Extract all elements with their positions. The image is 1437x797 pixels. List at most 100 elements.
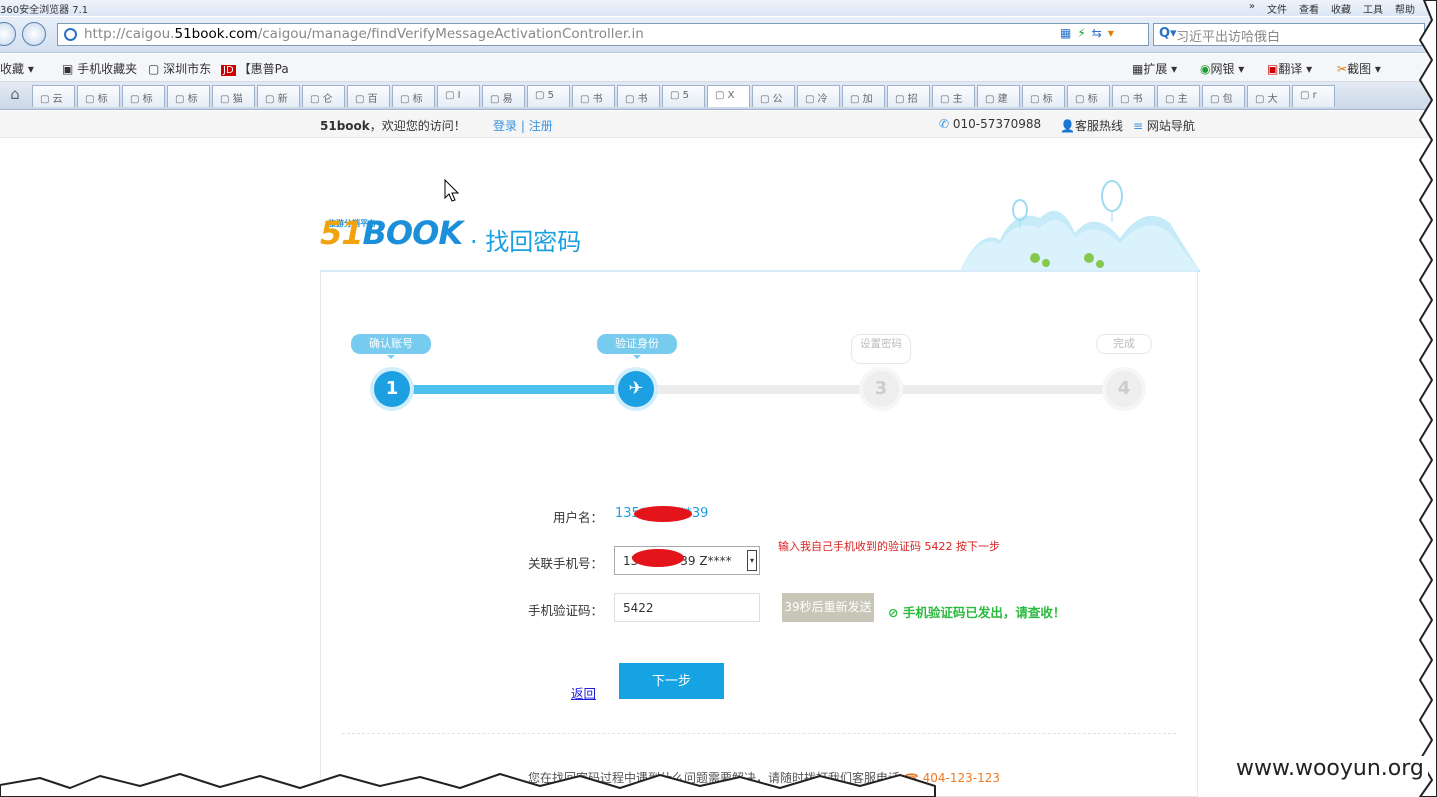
menu-file[interactable]: 文件	[1267, 1, 1287, 16]
code-input[interactable]: 5422	[614, 593, 760, 622]
page-icon: ▣	[62, 62, 78, 76]
browser-tab[interactable]: ▢ 建	[977, 85, 1020, 107]
step-4-dot: 4	[1106, 371, 1142, 407]
page-icon: ▢	[445, 90, 458, 101]
favorites-menu[interactable]: 收藏 ▾	[0, 60, 34, 77]
menu-help[interactable]: 帮助	[1395, 1, 1415, 16]
watermark: www.wooyun.org	[1232, 756, 1428, 781]
url-path: /caigou/manage/findVerifyMessageActivati…	[257, 26, 644, 42]
browser-tab[interactable]: ▢ 主	[932, 85, 975, 107]
browser-tab[interactable]: ▢ X	[707, 85, 750, 107]
redaction-mark-2	[632, 549, 684, 567]
login-link[interactable]: 登录	[493, 119, 517, 133]
phone-number: ✆ 010-57370988	[939, 117, 1042, 131]
browser-tab[interactable]: ▢ 书	[1112, 85, 1155, 107]
search-placeholder: 习近平出访哈俄白	[1176, 30, 1281, 45]
back-link[interactable]: 返回	[571, 683, 596, 702]
page-icon: ▢	[1030, 94, 1043, 105]
back-arrow-icon[interactable]	[0, 22, 16, 46]
qrcode-icon[interactable]: ▦	[1060, 26, 1071, 40]
mouse-cursor-icon	[444, 179, 460, 202]
browser-tab[interactable]: ▢ 标	[1022, 85, 1065, 107]
browser-tab[interactable]: ▢ 标	[122, 85, 165, 107]
search-box[interactable]: Q▾ 习近平出访哈俄白	[1153, 23, 1425, 46]
dropdown-arrow-icon[interactable]: ▾	[747, 550, 757, 571]
translate-button[interactable]: ▣翻译 ▾	[1267, 60, 1312, 77]
hotline-link[interactable]: 👤客服热线	[1060, 117, 1123, 134]
browser-title: 360安全浏览器 7.1	[0, 5, 89, 16]
page-icon: ▢	[535, 90, 548, 101]
forward-arrow-icon[interactable]	[22, 22, 46, 46]
page-icon: ▢	[760, 94, 773, 105]
browser-titlebar: 360安全浏览器 7.1 » 文件 查看 收藏 工具 帮助	[0, 0, 1437, 16]
page-icon: ▢	[490, 94, 503, 105]
browser-tab[interactable]: ▢ 招	[887, 85, 930, 107]
register-link[interactable]: 注册	[529, 119, 553, 133]
step-4-label: 完成	[1096, 334, 1152, 354]
url-dropdown-icon[interactable]: ▾	[1108, 26, 1114, 40]
browser-tab[interactable]: ▢ 冷	[797, 85, 840, 107]
browser-tab[interactable]: ▢ 书	[572, 85, 615, 107]
page-icon: ▢	[1210, 94, 1223, 105]
site-nav-link[interactable]: ≡ 网站导航	[1133, 117, 1195, 134]
menu-tools[interactable]: 工具	[1363, 1, 1383, 16]
browser-tab[interactable]: ▢ 新	[257, 85, 300, 107]
url-input[interactable]: http://caigou.51book.com/caigou/manage/f…	[57, 23, 1149, 46]
favorite-item-hp[interactable]: JD 【惠普Pa	[221, 60, 289, 77]
url-prefix: http://caigou.	[84, 26, 175, 42]
browser-tab[interactable]: ▢ 云	[32, 85, 75, 107]
site-topbar: 51book，欢迎您的访问！ 登录 | 注册 ✆ 010-57370988 👤客…	[0, 111, 1437, 138]
browser-tab[interactable]: ▢ 易	[482, 85, 525, 107]
menu-favorites[interactable]: 收藏	[1331, 1, 1351, 16]
home-icon[interactable]: ⌂	[0, 85, 30, 107]
extension-icon: ▦	[1132, 62, 1144, 76]
page-title: · 找回密码	[470, 228, 582, 256]
tabs: ▢ 云 ▢ 标 ▢ 标 ▢ 标 ▢ 猫 ▢ 新 ▢ 仑 ▢ 百 ▢ 标 ▢ I ▢ 易 ▢ 5 ▢ 书 ▢…	[30, 85, 1335, 107]
step-3-dot: 3	[863, 371, 899, 407]
scissors-icon: ✂	[1337, 62, 1348, 76]
menu-more[interactable]: »	[1249, 1, 1255, 16]
browser-tab[interactable]: ▢ 标	[167, 85, 210, 107]
browser-tab[interactable]: ▢ r	[1292, 85, 1335, 107]
menu-icon: ≡	[1133, 119, 1147, 133]
screenshot-button[interactable]: ✂截图 ▾	[1337, 60, 1381, 77]
browser-tab[interactable]: ▢ 主	[1157, 85, 1200, 107]
mountains-balloons-illustration	[955, 180, 1200, 272]
compat-mode-icon[interactable]: ⇆	[1092, 26, 1102, 40]
step-1-dot: 1	[374, 371, 410, 407]
browser-tab[interactable]: ▢ 仑	[302, 85, 345, 107]
check-circle-icon: ⊘	[888, 605, 903, 620]
browser-tab[interactable]: ▢ 标	[77, 85, 120, 107]
step-1-label: 确认账号	[351, 334, 431, 359]
browser-tab[interactable]: ▢ 包	[1202, 85, 1245, 107]
ebank-icon: ◉	[1200, 62, 1211, 76]
browser-tab[interactable]: ▢ 标	[1067, 85, 1110, 107]
page-icon: ▢	[940, 94, 953, 105]
page-icon: ▢	[148, 62, 164, 76]
lightning-icon[interactable]: ⚡	[1077, 26, 1085, 40]
favorite-item-mobile[interactable]: ▣ 手机收藏夹	[62, 60, 137, 77]
browser-tab[interactable]: ▢ I	[437, 85, 480, 107]
browser-tab[interactable]: ▢ 5	[527, 85, 570, 107]
resend-code-button[interactable]: 39秒后重新发送	[782, 593, 874, 622]
site-logo[interactable]: 51BOOK	[320, 214, 463, 252]
ebank-button[interactable]: ◉网银 ▾	[1200, 60, 1244, 77]
search-icon[interactable]: Q▾	[1159, 26, 1177, 41]
browser-tab[interactable]: ▢ 加	[842, 85, 885, 107]
browser-tab[interactable]: ▢ 5	[662, 85, 705, 107]
browser-tab[interactable]: ▢ 书	[617, 85, 660, 107]
browser-tab[interactable]: ▢ 大	[1247, 85, 1290, 107]
username-label: 用户名：	[552, 510, 603, 525]
annotation-note: 输入我自己手机收到的验证码 5422 按下一步	[778, 540, 1000, 553]
browser-tab[interactable]: ▢ 百	[347, 85, 390, 107]
phone-icon: ☎	[903, 771, 923, 785]
next-step-button[interactable]: 下一步	[619, 663, 724, 699]
browser-tab[interactable]: ▢ 标	[392, 85, 435, 107]
extensions-button[interactable]: ▦扩展 ▾	[1132, 60, 1177, 77]
browser-tab[interactable]: ▢ 公	[752, 85, 795, 107]
browser-tab[interactable]: ▢ 猫	[212, 85, 255, 107]
phone-icon: ✆	[939, 117, 953, 131]
menu-view[interactable]: 查看	[1299, 1, 1319, 16]
user-icon: 👤	[1060, 119, 1075, 133]
favorite-item-shenzhen[interactable]: ▢ 深圳市东	[148, 60, 211, 77]
